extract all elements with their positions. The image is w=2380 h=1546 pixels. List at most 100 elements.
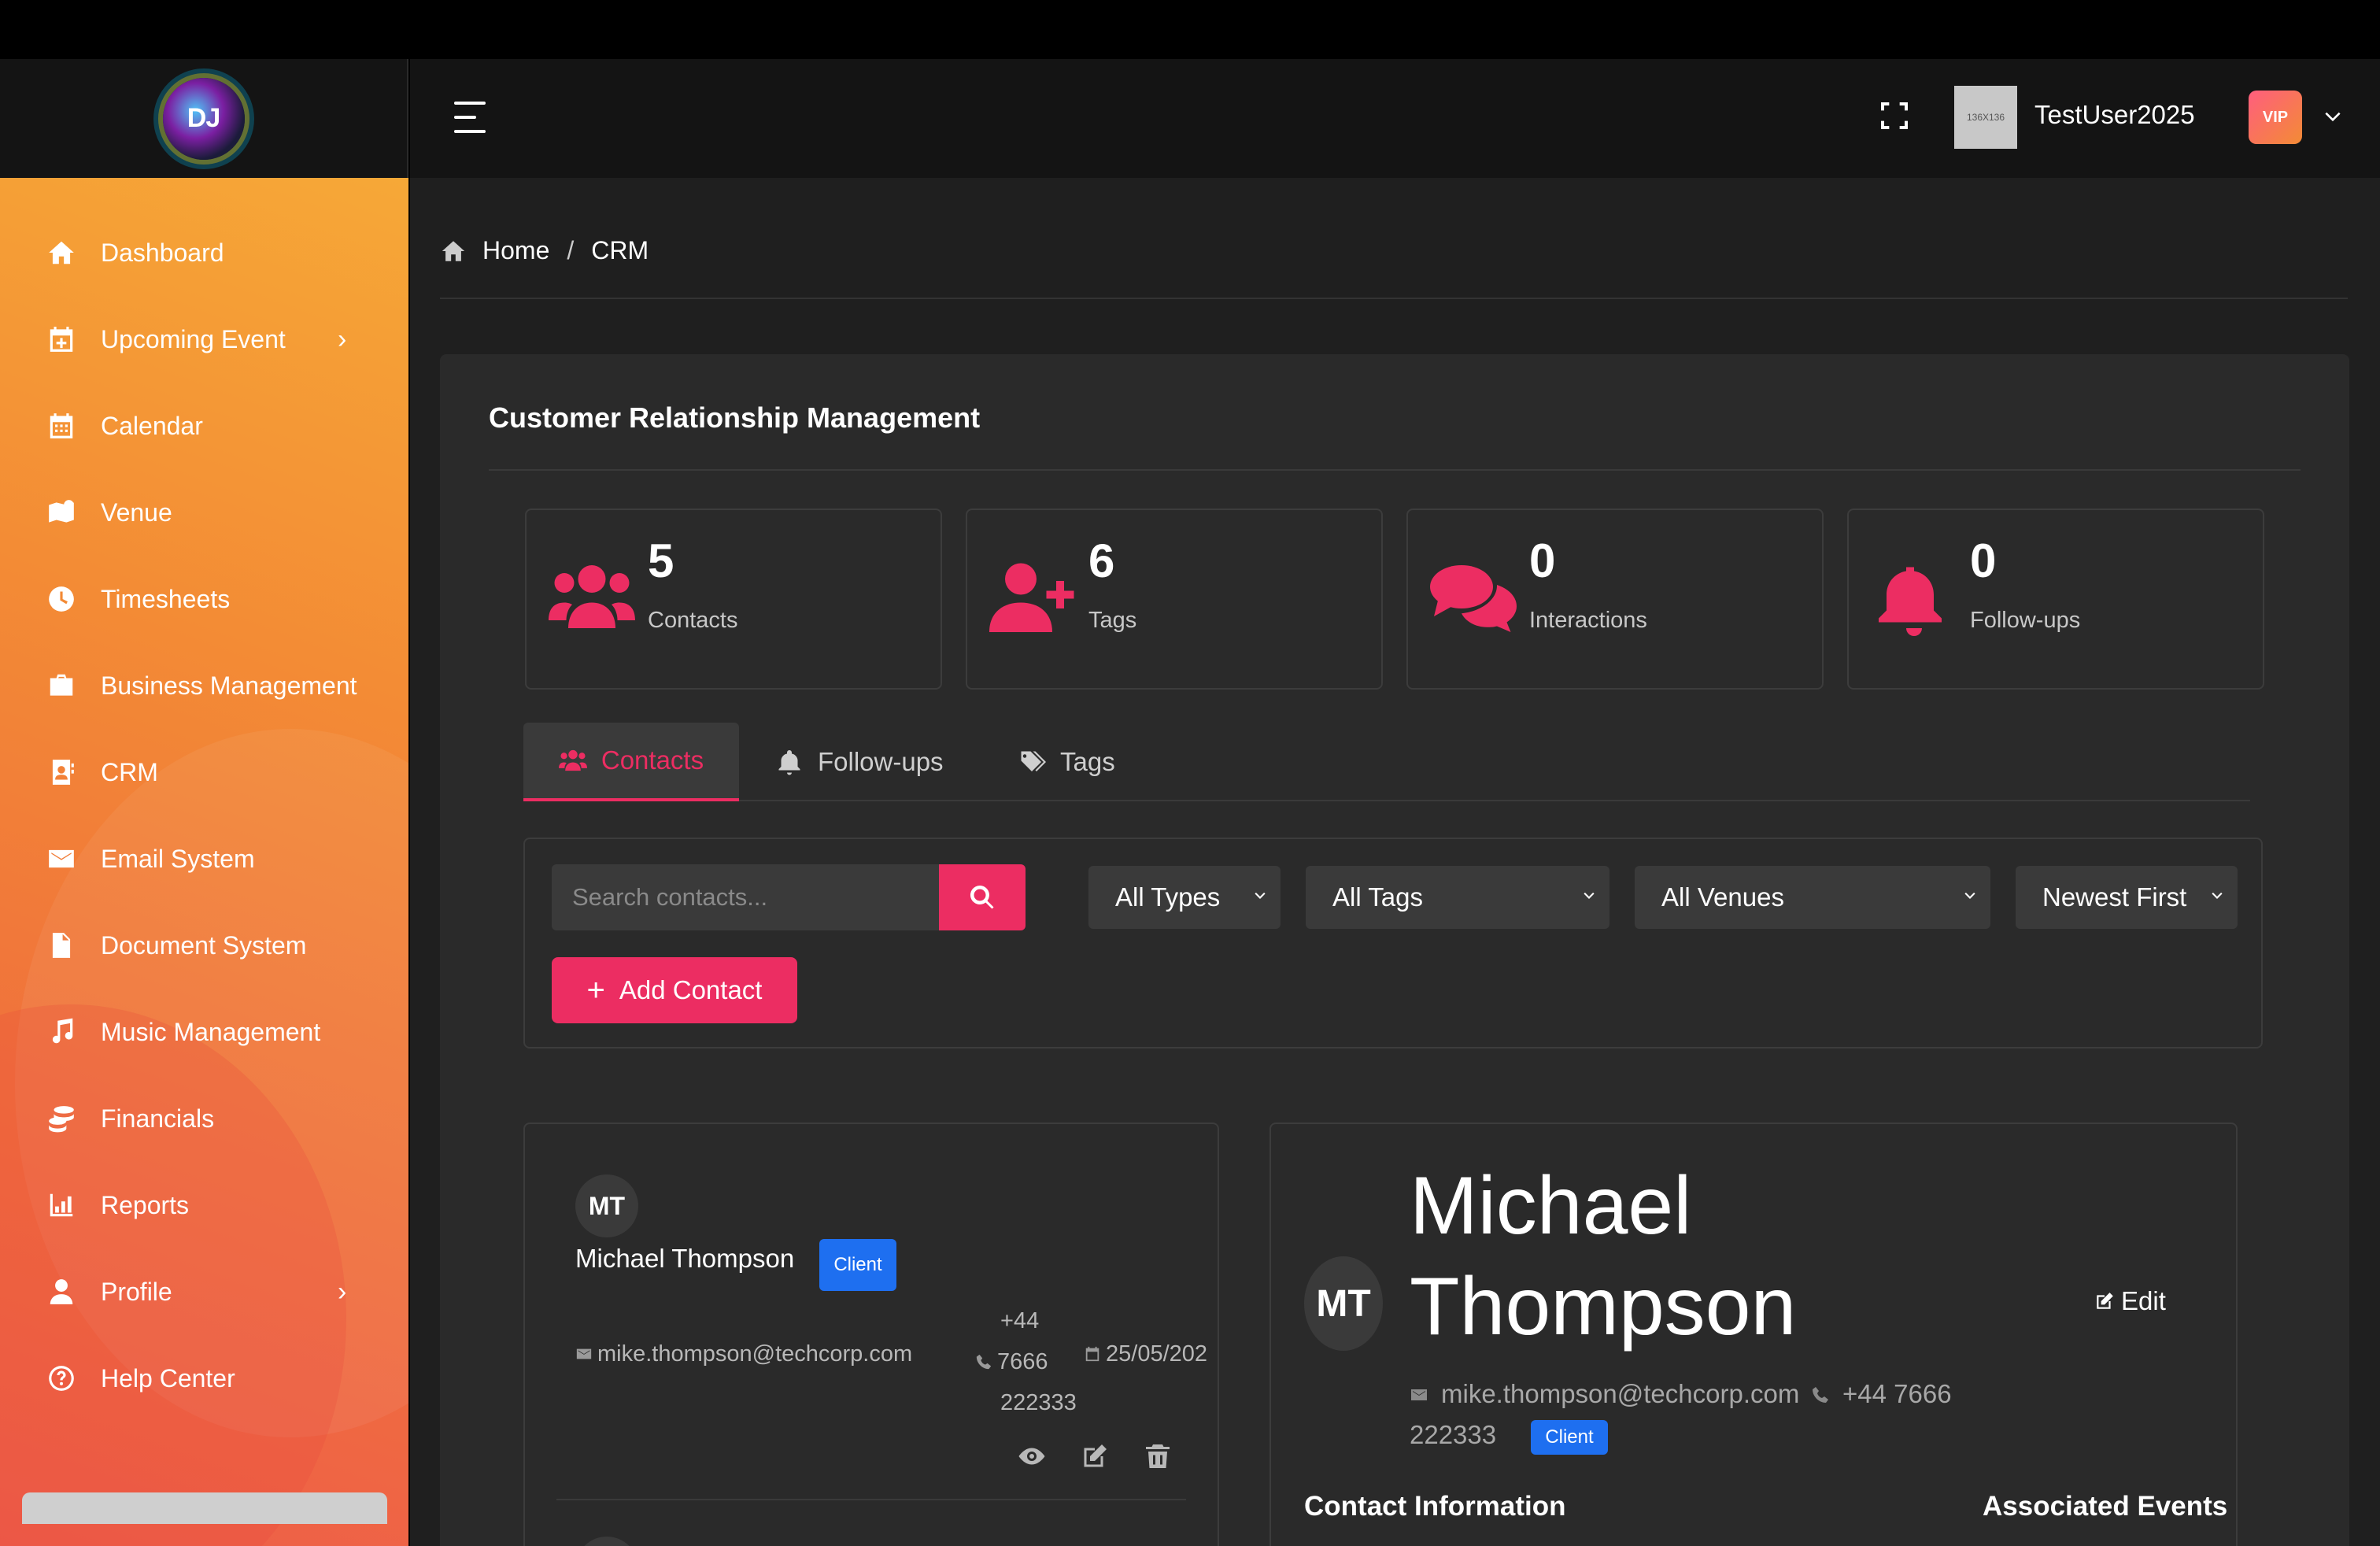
sidebar-item-crm[interactable]: CRM	[0, 729, 408, 816]
sidebar-item-label: Timesheets	[101, 584, 231, 613]
type-filter-select[interactable]: All Types	[1088, 866, 1281, 929]
top-header: 136X136 TestUser2025 VIP	[410, 59, 2380, 178]
tags-icon	[1020, 751, 1046, 771]
sidebar-item-email-system[interactable]: Email System	[0, 816, 408, 902]
tab-tags[interactable]: Tags	[1018, 723, 1115, 801]
dj-logo[interactable]: DJ	[162, 77, 245, 160]
sidebar: Dashboard Upcoming Event › Calendar Venu…	[0, 178, 408, 1546]
sidebar-item-dashboard[interactable]: Dashboard	[0, 209, 408, 296]
edit-contact-button[interactable]: Edit	[2094, 1286, 2166, 1316]
crm-card: Customer Relationship Management 5 Conta…	[440, 354, 2349, 1546]
sidebar-nav: Dashboard Upcoming Event › Calendar Venu…	[0, 178, 408, 1422]
contact-initials-avatar: EW	[575, 1537, 638, 1546]
search-input[interactable]	[552, 864, 939, 930]
sidebar-item-venue[interactable]: Venue	[0, 469, 408, 556]
sidebar-item-calendar[interactable]: Calendar	[0, 383, 408, 469]
contact-date: 25/05/202	[1084, 1341, 1207, 1367]
view-icon[interactable]	[1018, 1442, 1046, 1470]
users-icon	[558, 749, 587, 771]
detail-type-badge: Client	[1531, 1420, 1608, 1455]
tab-follow-ups[interactable]: Follow-ups	[775, 723, 944, 801]
phone-icon	[976, 1354, 992, 1370]
stat-label: Interactions	[1529, 608, 1647, 633]
sidebar-item-label: Music Management	[101, 1017, 321, 1046]
sidebar-item-label: CRM	[101, 757, 158, 786]
breadcrumb-current: CRM	[591, 236, 649, 264]
sidebar-item-document-system[interactable]: Document System	[0, 902, 408, 989]
sidebar-item-reports[interactable]: Reports	[0, 1162, 408, 1248]
avatar[interactable]: 136X136	[1954, 86, 2017, 149]
sidebar-item-timesheets[interactable]: Timesheets	[0, 556, 408, 642]
sidebar-item-upcoming-event[interactable]: Upcoming Event ›	[0, 296, 408, 383]
stat-card-tags: 6 Tags	[966, 509, 1383, 690]
sidebar-item-help-center[interactable]: Help Center	[0, 1335, 408, 1422]
select-value: All Types	[1115, 882, 1221, 912]
sidebar-item-business-management[interactable]: Business Management	[0, 642, 408, 729]
contact-email: mike.thompson@techcorp.com	[575, 1341, 912, 1367]
contact-email-text: mike.thompson@techcorp.com	[597, 1341, 913, 1367]
associated-events-heading: Associated Events	[1983, 1491, 2228, 1522]
vip-badge[interactable]: VIP	[2249, 91, 2302, 144]
home-icon	[46, 237, 77, 268]
sidebar-item-music-management[interactable]: Music Management	[0, 989, 408, 1075]
map-icon	[46, 497, 77, 528]
stat-card-interactions: 0 Interactions	[1406, 509, 1824, 690]
select-value: All Venues	[1661, 882, 1784, 912]
clock-icon	[46, 583, 77, 615]
sort-select[interactable]: Newest First	[2016, 866, 2238, 929]
stat-card-follow-ups: 0 Follow-ups	[1847, 509, 2264, 690]
stat-card-contacts: 5 Contacts	[525, 509, 942, 690]
edit-label: Edit	[2121, 1286, 2166, 1315]
help-icon	[46, 1363, 77, 1394]
document-icon	[46, 930, 77, 961]
phone-line: 222333	[1000, 1390, 1077, 1415]
address-book-icon	[46, 756, 77, 788]
sidebar-item-label: Financials	[101, 1104, 215, 1133]
calendar-icon	[1085, 1346, 1099, 1362]
add-contact-button[interactable]: + Add Contact	[552, 957, 797, 1023]
chart-icon	[46, 1189, 77, 1221]
detail-phone-cont: 222333	[1410, 1420, 1497, 1449]
plus-icon: +	[586, 973, 605, 1008]
filters-panel: All Types All Tags All Venues Newest Fir…	[523, 838, 2263, 1049]
menu-toggle-icon[interactable]	[454, 102, 489, 133]
contact-name[interactable]: Michael Thompson	[575, 1244, 794, 1274]
chevron-down-icon	[2212, 892, 2223, 899]
sidebar-item-profile[interactable]: Profile ›	[0, 1248, 408, 1335]
venue-filter-select[interactable]: All Venues	[1635, 866, 1990, 929]
breadcrumb-home[interactable]: Home	[482, 236, 549, 265]
users-icon	[549, 557, 635, 636]
sidebar-item-label: Dashboard	[101, 238, 224, 267]
search-icon	[970, 885, 994, 909]
detail-last-name: Thompson	[1410, 1261, 1797, 1352]
tab-contacts[interactable]: Contacts	[523, 723, 739, 801]
fullscreen-icon[interactable]	[1879, 100, 1910, 131]
breadcrumb: Home / CRM	[440, 236, 649, 265]
username-label[interactable]: TestUser2025	[2034, 100, 2195, 130]
phone-line: +44	[1000, 1308, 1040, 1333]
tag-filter-select[interactable]: All Tags	[1306, 866, 1609, 929]
phone-line: 7666	[997, 1349, 1048, 1374]
stat-value: 0	[1970, 534, 1997, 587]
sidebar-item-label: Business Management	[101, 671, 357, 700]
user-icon	[46, 1276, 77, 1307]
chevron-down-icon[interactable]	[2323, 106, 2343, 127]
sidebar-item-label: Help Center	[101, 1363, 235, 1393]
stat-value: 6	[1088, 534, 1115, 587]
detail-email: mike.thompson@techcorp.com	[1410, 1379, 1799, 1409]
trash-icon[interactable]	[1144, 1442, 1172, 1470]
detail-first-name: Michael	[1410, 1160, 1692, 1252]
contact-phone: +44 7666 222333	[975, 1300, 1077, 1423]
select-value: Newest First	[2042, 882, 2187, 912]
chevron-right-icon: ›	[338, 324, 347, 354]
home-icon	[442, 240, 465, 261]
music-icon	[46, 1016, 77, 1048]
search-button[interactable]	[939, 864, 1026, 930]
calendar-icon	[46, 410, 77, 442]
top-black-strip	[0, 0, 2380, 59]
divider	[556, 1499, 1186, 1500]
sidebar-item-financials[interactable]: Financials	[0, 1075, 408, 1162]
sidebar-scrollbar[interactable]	[22, 1492, 387, 1524]
bell-icon	[1871, 557, 1957, 636]
edit-icon[interactable]	[1081, 1442, 1109, 1470]
